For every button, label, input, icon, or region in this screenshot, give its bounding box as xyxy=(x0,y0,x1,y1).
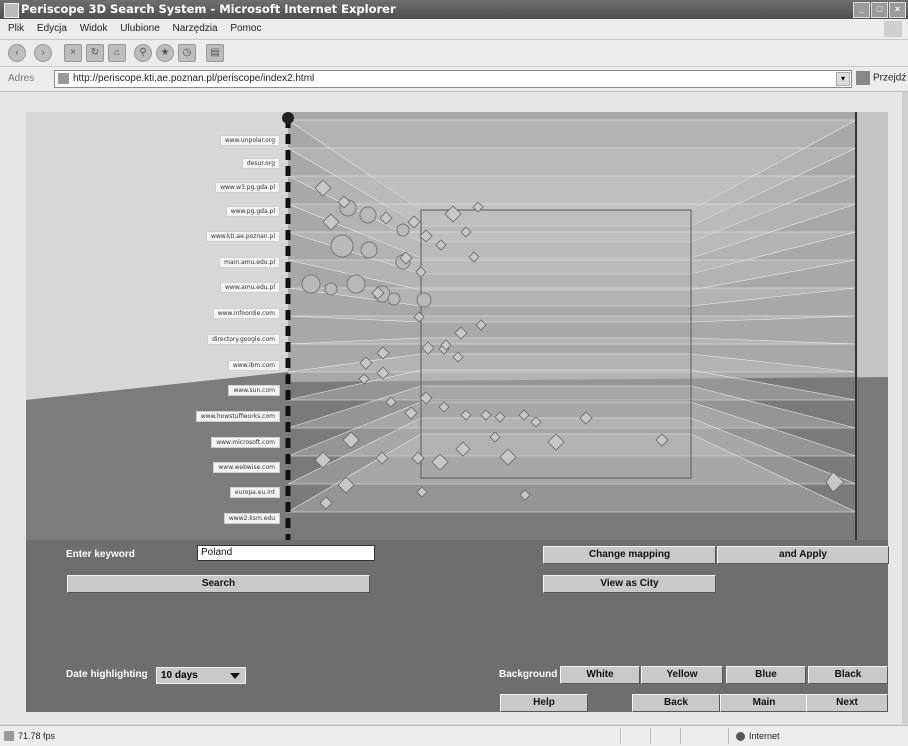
address-url[interactable]: http://periscope.kti.ae.poznan.pl/perisc… xyxy=(73,73,314,84)
print-icon[interactable]: ▤ xyxy=(206,44,224,62)
url-label[interactable]: www2.ksm.edu xyxy=(26,513,280,524)
menu-edycja[interactable]: Edycja xyxy=(37,23,67,34)
control-panel: Enter keyword Poland Search Change mappi… xyxy=(26,540,889,712)
url-label[interactable]: www.sun.com xyxy=(26,385,280,396)
url-label[interactable]: www.webwise.com xyxy=(26,462,280,473)
date-highlighting-label: Date highlighting xyxy=(66,669,148,680)
vertical-scrollbar[interactable] xyxy=(902,92,908,724)
menu-plik[interactable]: Plik xyxy=(8,23,24,34)
url-label[interactable]: www.ibm.com xyxy=(26,360,280,371)
date-highlighting-select[interactable]: 10 days xyxy=(156,667,246,684)
window-title: Periscope 3D Search System - Microsoft I… xyxy=(21,2,396,16)
search-button[interactable]: Search xyxy=(67,575,370,593)
help-button[interactable]: Help xyxy=(500,694,588,712)
url-label[interactable]: desur.org xyxy=(26,158,280,169)
windows-flag-icon xyxy=(884,21,902,37)
apply-button[interactable]: and Apply xyxy=(717,546,889,564)
forward-icon[interactable]: › xyxy=(34,44,52,62)
url-label[interactable]: www.pg.gda.pl xyxy=(26,206,280,217)
change-mapping-button[interactable]: Change mapping xyxy=(543,546,716,564)
view-as-city-button[interactable]: View as City xyxy=(543,575,716,593)
pole-top-sphere xyxy=(282,112,294,124)
window-titlebar: Periscope 3D Search System - Microsoft I… xyxy=(0,0,908,19)
address-bar: Adres http://periscope.kti.ae.poznan.pl/… xyxy=(0,67,908,92)
fps-readout: 71.78 fps xyxy=(18,731,56,741)
date-highlighting-value: 10 days xyxy=(161,670,198,681)
url-label[interactable]: www.kti.ae.poznan.pl xyxy=(26,231,280,242)
bg-white-button[interactable]: White xyxy=(560,666,640,684)
status-bar: 71.78 fps Internet xyxy=(0,725,908,746)
address-dropdown-icon[interactable]: ▾ xyxy=(836,72,850,86)
plane-layers xyxy=(286,119,857,513)
url-label[interactable]: www.howstuffworks.com xyxy=(26,411,280,422)
address-input[interactable]: http://periscope.kti.ae.poznan.pl/perisc… xyxy=(54,70,852,88)
ie-app-icon xyxy=(4,3,19,18)
security-zone: Internet xyxy=(736,726,780,746)
url-label[interactable]: www.microsoft.com xyxy=(26,437,280,448)
url-label[interactable]: main.amu.edu.pl xyxy=(26,257,280,268)
history-icon[interactable]: ◷ xyxy=(178,44,196,62)
favorites-icon[interactable]: ★ xyxy=(156,44,174,62)
search-icon[interactable]: ⚲ xyxy=(134,44,152,62)
bg-yellow-button[interactable]: Yellow xyxy=(641,666,723,684)
bg-blue-button[interactable]: Blue xyxy=(726,666,806,684)
maximize-button[interactable]: □ xyxy=(871,2,888,18)
browser-toolbar: ‹ › × ↻ ⌂ ⚲ ★ ◷ ▤ xyxy=(0,40,908,67)
keyword-input[interactable]: Poland xyxy=(197,545,375,561)
address-label: Adres xyxy=(8,73,35,84)
page-status-icon xyxy=(4,731,14,741)
stop-icon[interactable]: × xyxy=(64,44,82,62)
menu-ulubione[interactable]: Ulubione xyxy=(120,23,159,34)
back-icon[interactable]: ‹ xyxy=(8,44,26,62)
left-wall xyxy=(26,112,288,400)
bg-black-button[interactable]: Black xyxy=(808,666,888,684)
url-label[interactable]: europa.eu.int xyxy=(26,487,280,498)
url-label[interactable]: www.amu.edu.pl xyxy=(26,282,280,293)
refresh-icon[interactable]: ↻ xyxy=(86,44,104,62)
home-icon[interactable]: ⌂ xyxy=(108,44,126,62)
url-label[interactable]: www.unpolar.org xyxy=(26,135,280,146)
url-label[interactable]: www.infoordie.com xyxy=(26,308,280,319)
close-button[interactable]: × xyxy=(889,2,906,18)
menu-bar: Plik Edycja Widok Ulubione Narzędzia Pom… xyxy=(0,19,908,40)
next-button[interactable]: Next xyxy=(806,694,888,712)
back-button[interactable]: Back xyxy=(632,694,720,712)
keyword-label: Enter keyword xyxy=(66,549,135,560)
chevron-down-icon xyxy=(230,673,240,679)
menu-widok[interactable]: Widok xyxy=(80,23,108,34)
url-label[interactable]: directory.google.com xyxy=(26,334,280,345)
page-icon xyxy=(58,73,69,84)
main-button[interactable]: Main xyxy=(720,694,808,712)
background-label: Background xyxy=(499,669,558,680)
go-arrow-icon xyxy=(856,71,870,85)
go-button[interactable]: Przejdź xyxy=(856,71,906,85)
periscope-3d-scene[interactable]: www.unpolar.org desur.org www.w3.pg.gda.… xyxy=(26,112,888,540)
url-label[interactable]: www.w3.pg.gda.pl xyxy=(26,182,280,193)
menu-narzedzia[interactable]: Narzędzia xyxy=(173,23,218,34)
scene-canvas[interactable] xyxy=(26,112,888,540)
menu-pomoc[interactable]: Pomoc xyxy=(230,23,261,34)
internet-zone-icon xyxy=(736,732,745,742)
minimize-button[interactable]: _ xyxy=(853,2,870,18)
